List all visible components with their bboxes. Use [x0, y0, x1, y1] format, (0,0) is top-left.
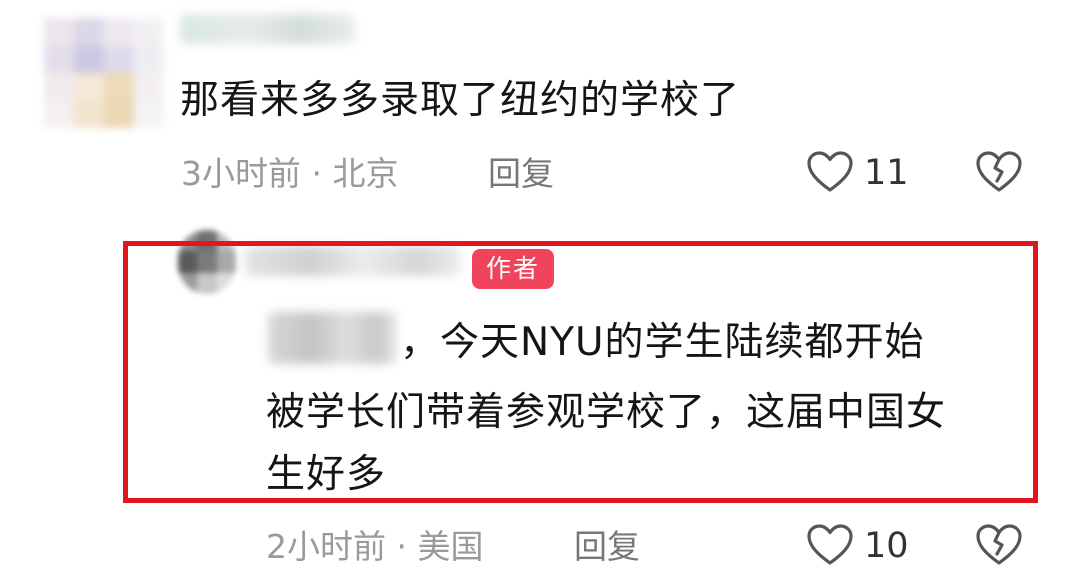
reply-button[interactable]: 回复 [488, 157, 554, 190]
reply-text-line-3: 生好多 [266, 452, 387, 497]
broken-heart-icon[interactable] [975, 523, 1023, 567]
comment-time-location: 3小时前 · 北京 [181, 154, 399, 193]
like-count: 11 [864, 153, 909, 193]
comment-text: 那看来多多录取了纽约的学校了 [180, 78, 741, 123]
reply-button[interactable]: 回复 [574, 530, 640, 563]
heart-outline-icon[interactable] [806, 523, 854, 567]
reply-text-line-1: ，今天NYU的学生陆续都开始 [400, 320, 925, 365]
comment-thread: 那看来多多录取了纽约的学校了 3小时前 · 北京 回复 11 作者 ，今天NYU… [0, 0, 1080, 576]
broken-heart-icon[interactable] [975, 150, 1023, 194]
like-count: 10 [864, 526, 909, 566]
highlight-box [123, 241, 1038, 503]
reply-time-location: 2小时前 · 美国 [266, 527, 484, 566]
commenter-avatar[interactable] [44, 18, 164, 128]
mention-redacted[interactable] [268, 312, 396, 364]
author-avatar[interactable] [178, 230, 236, 294]
author-name-redacted[interactable] [245, 246, 460, 276]
author-badge: 作者 [472, 249, 554, 289]
commenter-name-redacted[interactable] [180, 14, 355, 44]
heart-outline-icon[interactable] [806, 150, 854, 194]
reply-text-line-2: 被学长们带着参观学校了，这届中国女 [266, 390, 947, 435]
